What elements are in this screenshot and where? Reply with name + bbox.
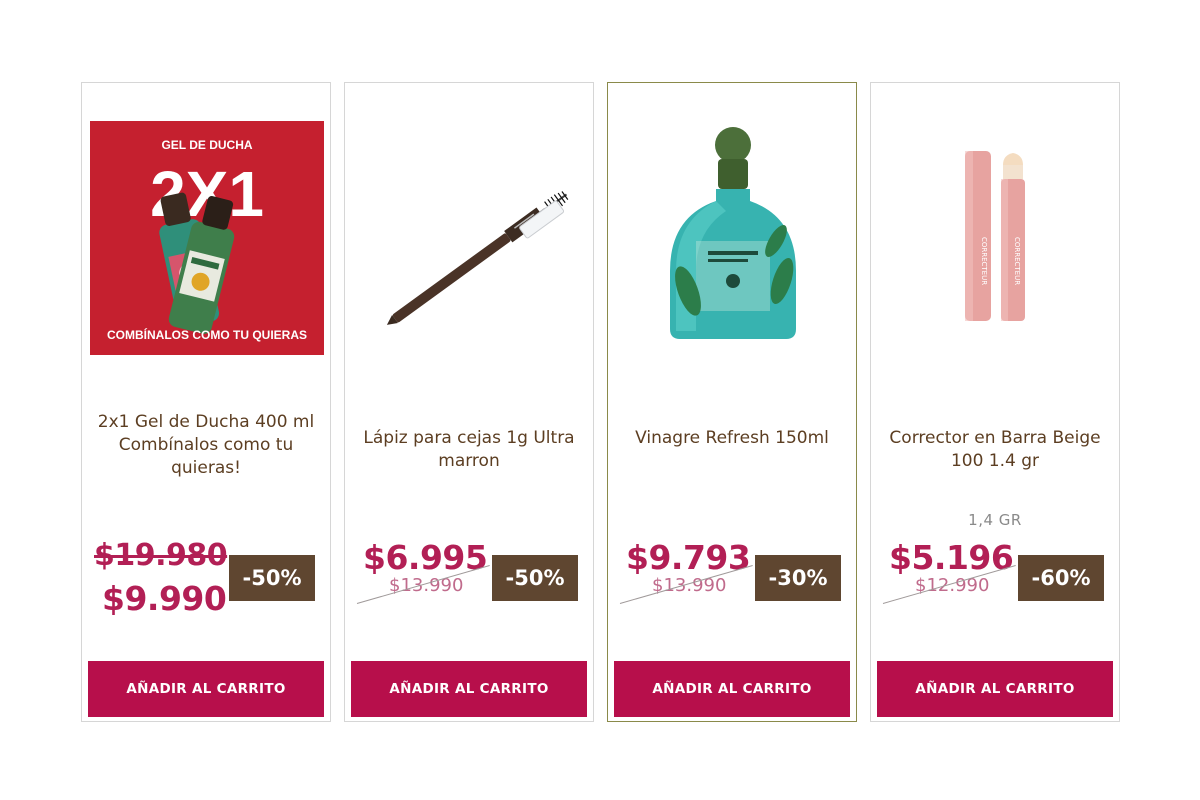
price-original: $19.980 [94,538,228,573]
add-to-cart-button[interactable]: AÑADIR AL CARRITO [88,661,324,717]
product-size: 1,4 GR [968,511,1022,529]
product-card-1[interactable]: GEL DE DUCHA 2X1 COMBÍNALOS COMO TU QUIE… [81,82,331,722]
product-card-3[interactable]: Vinagre Refresh 150ml $9.793 $13.990 -30… [607,82,857,722]
discount-badge: -60% [1018,555,1104,601]
svg-text:CORRECTEUR: CORRECTEUR [980,237,988,285]
price-original: $12.990 [915,575,990,596]
product-title[interactable]: Corrector en Barra Beige 100 1.4 gr [881,427,1109,473]
add-to-cart-button[interactable]: AÑADIR AL CARRITO [614,661,850,717]
add-to-cart-button[interactable]: AÑADIR AL CARRITO [877,661,1113,717]
product-title[interactable]: 2x1 Gel de Ducha 400 ml Combínalos como … [92,411,320,480]
product-card-4[interactable]: CORRECTEUR CORRECTEUR Corrector en Barra… [870,82,1120,722]
svg-text:CORRECTEUR: CORRECTEUR [1013,237,1021,285]
svg-text:GEL DE DUCHA: GEL DE DUCHA [161,138,252,152]
product-card-2[interactable]: Lápiz para cejas 1g Ultra marron $6.995 … [344,82,594,722]
product-title[interactable]: Lápiz para cejas 1g Ultra marron [355,427,583,473]
svg-text:COMBÍNALOS COMO TU QUIERAS: COMBÍNALOS COMO TU QUIERAS [107,327,307,342]
price-current: $9.990 [102,579,227,618]
product-image-vinegar-bottle[interactable] [616,121,850,355]
discount-badge: -30% [755,555,841,601]
product-image-gel-promo[interactable]: GEL DE DUCHA 2X1 COMBÍNALOS COMO TU QUIE… [90,121,324,355]
discount-badge: -50% [492,555,578,601]
price-original: $13.990 [389,575,464,596]
product-image-concealer-stick[interactable]: CORRECTEUR CORRECTEUR [879,121,1113,355]
product-image-brow-pencil[interactable] [353,121,587,355]
product-title[interactable]: Vinagre Refresh 150ml [618,427,846,450]
price-original: $13.990 [652,575,727,596]
add-to-cart-button[interactable]: AÑADIR AL CARRITO [351,661,587,717]
discount-badge: -50% [229,555,315,601]
